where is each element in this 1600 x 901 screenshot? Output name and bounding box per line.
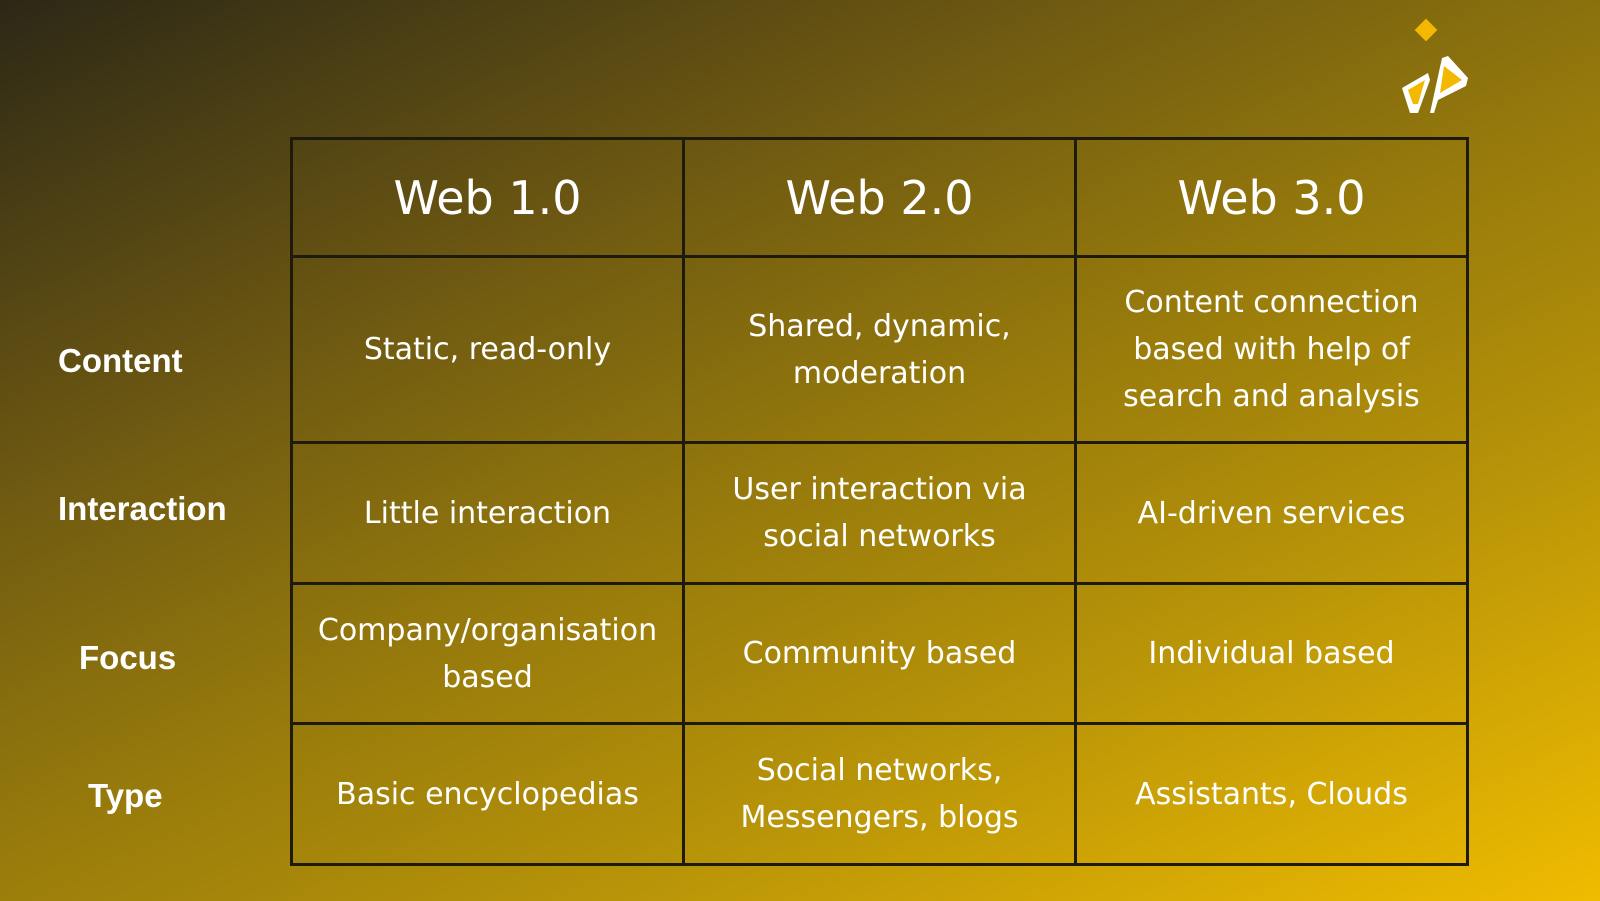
table-cell: Basic encyclopedias	[290, 722, 685, 866]
table-cell: AI-driven services	[1074, 441, 1469, 585]
table-cell: Shared, dynamic, moderation	[682, 255, 1077, 444]
table-cell: Social networks, Messengers, blogs	[682, 722, 1077, 866]
comparison-table: Web 1.0 Web 2.0 Web 3.0 Static, read-onl…	[290, 137, 1469, 866]
table-row: Little interaction User interaction via …	[290, 441, 1469, 585]
table-cell: Individual based	[1074, 582, 1469, 725]
table-row: Basic encyclopedias Social networks, Mes…	[290, 722, 1469, 866]
row-label-focus: Focus	[79, 639, 177, 676]
table-row: Static, read-only Shared, dynamic, moder…	[290, 255, 1469, 444]
brand-logo-icon	[1402, 18, 1468, 113]
row-label-type: Type	[88, 777, 163, 814]
table-cell: Little interaction	[290, 441, 685, 585]
table-cell: User interaction via social networks	[682, 441, 1077, 585]
header-row: Web 1.0 Web 2.0 Web 3.0	[290, 137, 1469, 258]
table-row: Company/organisation based Community bas…	[290, 582, 1469, 725]
table-cell: Assistants, Clouds	[1074, 722, 1469, 866]
table-cell: Company/organisation based	[290, 582, 685, 725]
column-header: Web 3.0	[1074, 137, 1469, 258]
column-header: Web 1.0	[290, 137, 685, 258]
table-cell: Community based	[682, 582, 1077, 725]
row-label-content: Content	[58, 342, 183, 379]
row-label-interaction: Interaction	[58, 490, 227, 527]
table-cell: Static, read-only	[290, 255, 685, 444]
table-cell: Content connection based with help of se…	[1074, 255, 1469, 444]
column-header: Web 2.0	[682, 137, 1077, 258]
